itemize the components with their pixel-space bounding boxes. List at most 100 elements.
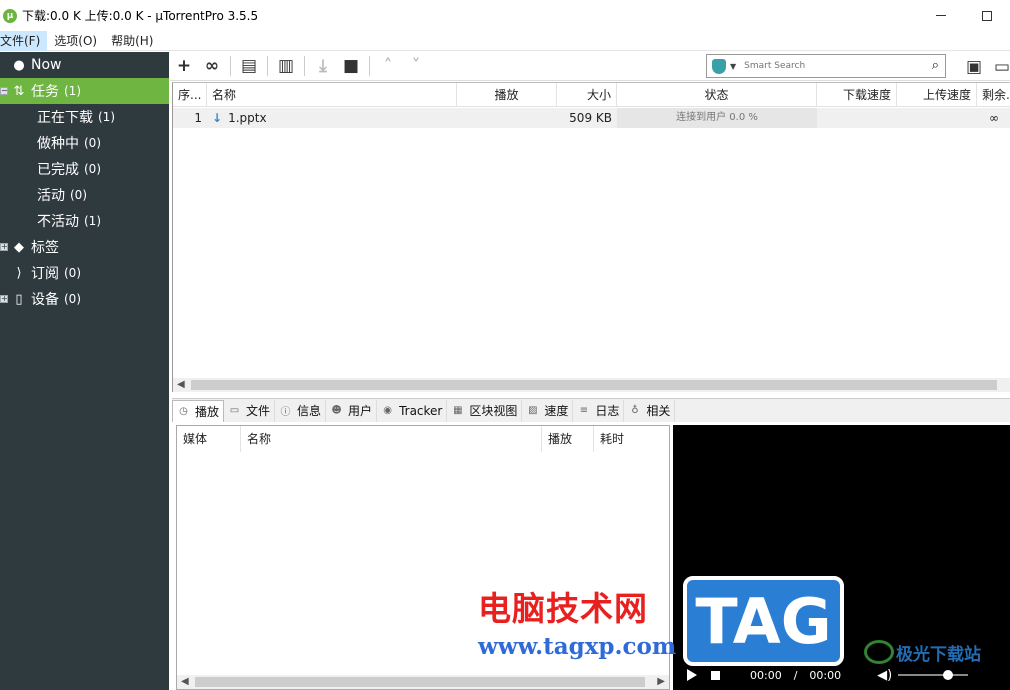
stop-icon[interactable] [711, 670, 720, 680]
sidebar-item-labels[interactable]: + ◆ 标签 [0, 234, 169, 260]
menu-options[interactable]: 选项(O) [47, 31, 104, 51]
info-icon: ⓘ [280, 407, 291, 418]
rss-icon: ⟩ [16, 265, 22, 281]
sidebar-item-feeds[interactable]: ⟩ 订阅 (0) [0, 260, 169, 286]
menu-help[interactable]: 帮助(H) [104, 31, 160, 51]
scroll-left-icon[interactable]: ◀ [181, 675, 189, 689]
volume-slider[interactable] [898, 670, 969, 680]
col-status[interactable]: 状态 [617, 83, 817, 107]
shield-icon [712, 58, 726, 74]
tab-files[interactable]: ▭ 文件 [224, 399, 276, 422]
row-play [457, 108, 557, 128]
col-media[interactable]: 媒体 [177, 426, 241, 452]
row-up-speed [897, 108, 977, 128]
tab-logger[interactable]: ≡ 日志 [573, 399, 625, 422]
stop-icon: ■ [342, 56, 360, 76]
tab-peers[interactable]: ☻ 用户 [326, 399, 378, 422]
link-icon: ∞ [204, 56, 220, 76]
add-url-button[interactable]: ∞ [198, 53, 226, 79]
graph-icon: ▨ [528, 405, 538, 416]
volume-icon[interactable]: ◀) [877, 668, 892, 683]
tab-pieces[interactable]: ▦ 区块视图 [447, 399, 523, 422]
col-up-speed[interactable]: 上传速度 [897, 83, 977, 107]
collapse-toggle[interactable]: − [0, 87, 8, 95]
torrent-table-header: 序... 名称 播放 大小 状态 下载速度 上传速度 剩余... [173, 83, 1010, 107]
remote-button[interactable]: ▭ [988, 54, 1010, 80]
menu-file[interactable]: 文件(F) [0, 30, 48, 51]
new-file-icon: ▤ [240, 56, 258, 76]
remove-button[interactable]: ▥ [272, 53, 300, 79]
col-remaining[interactable]: 剩余... [977, 83, 1010, 107]
col-name[interactable]: 名称 [241, 426, 542, 452]
sidebar-item-completed[interactable]: 已完成 (0) [0, 156, 169, 182]
tab-play[interactable]: ◷ 播放 [172, 399, 225, 422]
scrollbar-thumb[interactable] [195, 677, 645, 687]
sidebar-item-label: 任务 [31, 84, 59, 100]
expand-toggle[interactable]: + [0, 295, 8, 303]
table-row[interactable]: 1 ↓ 1.pptx 509 KB 连接到用户 0.0 % ∞ [173, 108, 1010, 128]
chat-button[interactable]: ▣ [960, 54, 988, 80]
watermark-url: www.tagxp.com [478, 633, 677, 660]
col-name[interactable]: 名称 [207, 83, 457, 107]
col-down-speed[interactable]: 下载速度 [817, 83, 897, 107]
tab-related[interactable]: ♁ 相关 [624, 399, 676, 422]
stop-button[interactable]: ■ [337, 53, 365, 79]
sidebar-item-seeding[interactable]: 做种中 (0) [0, 130, 169, 156]
sidebar-item-active[interactable]: 活动 (0) [0, 182, 169, 208]
scroll-right-icon[interactable]: ▶ [657, 675, 665, 689]
tab-label: 信息 [297, 404, 322, 418]
scroll-left-icon[interactable]: ◀ [177, 378, 185, 392]
scrollbar-thumb[interactable] [191, 380, 997, 390]
toolbar-divider [267, 56, 268, 76]
search-input[interactable] [744, 61, 915, 71]
expand-toggle[interactable]: + [0, 243, 8, 251]
chat-icon: ▣ [965, 57, 983, 77]
sidebar-item-tasks[interactable]: − ⇅ 任务 (1) [0, 78, 169, 104]
utorrent-logo-icon: µ [3, 8, 17, 23]
caret-down-icon[interactable]: ▼ [730, 62, 736, 71]
col-play[interactable]: 播放 [457, 83, 557, 107]
tab-trackers[interactable]: ◉ Tracker [377, 399, 448, 422]
sidebar-item-label: 活动 [37, 188, 65, 204]
tab-label: 速度 [544, 404, 569, 418]
create-torrent-button[interactable]: ▤ [235, 53, 263, 79]
chevron-down-icon: ˅ [411, 56, 421, 76]
add-torrent-button[interactable]: + [170, 53, 198, 79]
col-play[interactable]: 播放 [542, 426, 594, 452]
sidebar-item-now[interactable]: ● Now [0, 52, 169, 78]
sidebar-item-label: 正在下载 [37, 110, 93, 126]
move-down-button[interactable]: ˅ [402, 53, 430, 79]
play-icon[interactable] [687, 669, 697, 681]
now-icon: ● [13, 57, 25, 73]
row-remaining: ∞ [989, 111, 999, 125]
tab-label: 日志 [595, 404, 620, 418]
tab-info[interactable]: ⓘ 信息 [275, 399, 327, 422]
start-button[interactable]: ⤓ [309, 53, 337, 79]
toolbar-divider [369, 56, 370, 76]
row-status: 连接到用户 0.0 % [617, 108, 817, 128]
detail-tabs: ◷ 播放 ▭ 文件 ⓘ 信息 ☻ 用户 ◉ Tracker ▦ 区块视图 ▨ 速度 ≡ 日志 ♁… [172, 398, 1010, 422]
sidebar-item-count: (1) [64, 84, 81, 98]
col-size[interactable]: 大小 [557, 83, 617, 107]
sidebar-item-label: 订阅 [31, 266, 59, 282]
move-up-button[interactable]: ˄ [374, 53, 402, 79]
volume-knob[interactable] [943, 670, 953, 680]
maximize-button[interactable] [964, 0, 1010, 31]
minimize-button[interactable] [918, 0, 964, 31]
sidebar-item-devices[interactable]: + ▯ 设备 (0) [0, 286, 169, 312]
sidebar-item-downloading[interactable]: 正在下载 (1) [0, 104, 169, 130]
search-icon[interactable]: ⌕ [932, 58, 939, 73]
tab-speed[interactable]: ▨ 速度 [522, 399, 574, 422]
horizontal-scrollbar[interactable]: ◀ [173, 378, 1010, 392]
horizontal-scrollbar[interactable]: ◀ ▶ [177, 675, 669, 689]
watermark-tag-logo: TAG [683, 576, 844, 666]
col-elapsed[interactable]: 耗时 [594, 426, 669, 452]
watermark-site-name: 极光下载站 [896, 645, 981, 665]
sidebar-item-count: (0) [84, 162, 101, 176]
sidebar-item-inactive[interactable]: 不活动 (1) [0, 208, 169, 234]
col-index[interactable]: 序... [173, 83, 207, 107]
total-time: 00:00 [809, 668, 842, 682]
users-icon: ☻ [331, 405, 342, 416]
tab-label: 相关 [646, 404, 671, 418]
tab-label: 文件 [246, 404, 271, 418]
